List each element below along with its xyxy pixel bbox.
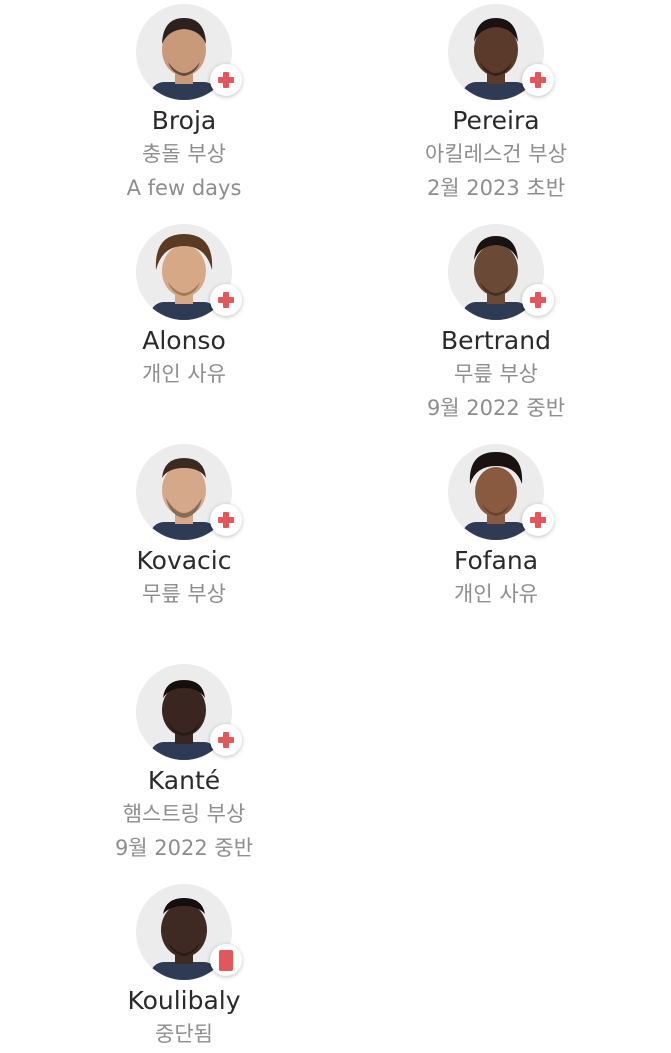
status-badge [210,284,242,316]
player-name: Pereira [452,106,540,135]
injury-cross-icon [218,512,234,528]
player-card-bertrand[interactable]: Bertrand 무릎 부상 9월 2022 중반 [376,224,616,425]
injury-cross-icon [218,732,234,748]
absence-reason: 아킬레스건 부상 [425,142,567,166]
absence-reason: 무릎 부상 [142,582,226,606]
absence-reason: 충돌 부상 [142,142,226,166]
absence-reason: 개인 사유 [142,362,226,386]
player-avatar-wrap [448,4,554,100]
injury-cross-icon [530,292,546,308]
player-avatar-wrap [448,224,554,320]
player-name: Fofana [453,546,539,575]
player-avatar-wrap [136,444,242,540]
expected-return: A few days [126,176,242,200]
absence-reason: 중단됨 [155,1022,213,1046]
player-card-koulibaly[interactable]: Koulibaly 중단됨 [64,884,304,1051]
status-badge [522,64,554,96]
status-badge [522,284,554,316]
player-name: Alonso [142,326,226,355]
player-name: Bertrand [441,326,551,355]
player-card-fofana[interactable]: Fofana 개인 사유 [376,444,616,611]
player-name: Kanté [147,766,221,795]
status-badge [522,504,554,536]
status-badge [210,944,242,976]
red-card-icon [219,949,233,971]
status-badge [210,64,242,96]
player-card-kovacic[interactable]: Kovacic 무릎 부상 [64,444,304,611]
player-avatar-wrap [136,664,242,760]
status-badge [210,724,242,756]
absence-reason: 무릎 부상 [454,362,538,386]
player-card-broja[interactable]: Broja 충돌 부상 A few days [64,4,304,205]
player-name: Broja [151,106,217,135]
player-card-pereira[interactable]: Pereira 아킬레스건 부상 2월 2023 초반 [376,4,616,205]
player-avatar-wrap [136,4,242,100]
expected-return: 9월 2022 중반 [114,836,254,860]
player-name: Koulibaly [127,986,241,1015]
injury-cross-icon [530,72,546,88]
expected-return: 2월 2023 초반 [426,176,566,200]
absence-reason: 개인 사유 [454,582,538,606]
injury-cross-icon [530,512,546,528]
player-avatar-wrap [136,884,242,980]
absence-reason: 햄스트링 부상 [122,802,246,826]
player-card-kante[interactable]: Kanté 햄스트링 부상 9월 2022 중반 [64,664,304,865]
injury-cross-icon [218,292,234,308]
player-card-alonso[interactable]: Alonso 개인 사유 [64,224,304,391]
status-badge [210,504,242,536]
expected-return: 9월 2022 중반 [426,396,566,420]
player-avatar-wrap [448,444,554,540]
injury-cross-icon [218,72,234,88]
player-name: Kovacic [136,546,232,575]
player-avatar-wrap [136,224,242,320]
